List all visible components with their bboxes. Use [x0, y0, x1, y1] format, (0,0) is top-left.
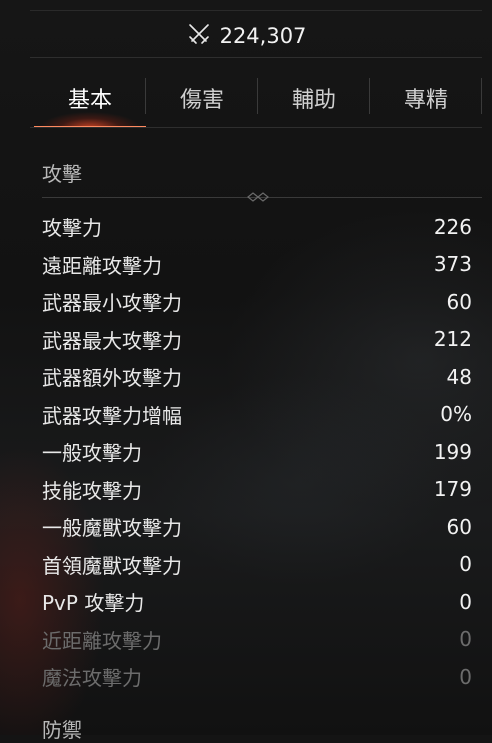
stat-label: 武器額外攻擊力: [42, 366, 182, 391]
stat-row: 武器額外攻擊力 48: [42, 358, 472, 396]
stat-row: 一般攻擊力 199: [42, 433, 472, 471]
stat-label: 武器最大攻擊力: [42, 328, 182, 353]
stat-value: 60: [446, 289, 472, 314]
stat-label: 魔法攻擊力: [42, 666, 142, 691]
stat-row: PvP 攻擊力 0: [42, 583, 472, 621]
stat-row: 首領魔獸攻擊力 0: [42, 546, 472, 584]
combat-power-value: 224,307: [219, 24, 307, 48]
tab-label: 輔助: [291, 88, 336, 113]
stat-value: 48: [446, 364, 472, 389]
stat-value: 212: [433, 327, 472, 352]
top-border: [30, 10, 482, 11]
stat-label: 一般攻擊力: [42, 441, 142, 466]
stat-value: 0: [459, 552, 472, 577]
stat-value: 179: [433, 477, 472, 502]
tab-bar-underline: [30, 127, 482, 128]
stat-value: 199: [433, 439, 472, 464]
tab-bar: 基本 傷害 輔助 專精: [34, 74, 482, 128]
stat-label: PvP 攻擊力: [42, 591, 145, 616]
tab-mastery[interactable]: 專精: [370, 74, 482, 128]
ornament-icon: [247, 192, 269, 202]
stat-label: 首領魔獸攻擊力: [42, 553, 182, 578]
stat-value: 373: [433, 252, 472, 277]
stat-value: 0: [459, 627, 472, 652]
stat-row-disabled: 近距離攻擊力 0: [42, 621, 472, 659]
stat-value: 0%: [440, 402, 472, 427]
stat-row: 武器最小攻擊力 60: [42, 283, 472, 321]
stat-row: 技能攻擊力 179: [42, 471, 472, 509]
stat-label: 攻擊力: [42, 216, 102, 241]
stat-label: 武器最小攻擊力: [42, 291, 182, 316]
stat-row: 武器最大攻擊力 212: [42, 321, 472, 359]
stat-row: 武器攻擊力增幅 0%: [42, 396, 472, 434]
stat-value: 226: [433, 214, 472, 239]
active-tab-glow: [34, 106, 146, 128]
stat-label: 技能攻擊力: [42, 478, 142, 503]
tab-support[interactable]: 輔助: [258, 74, 370, 128]
crossed-swords-icon: [186, 21, 212, 52]
tab-damage[interactable]: 傷害: [146, 74, 258, 128]
divider: [30, 57, 482, 58]
stat-label: 遠距離攻擊力: [42, 253, 162, 278]
stat-row: 遠距離攻擊力 373: [42, 246, 472, 284]
tab-basic[interactable]: 基本: [34, 74, 146, 128]
stat-value: 0: [459, 664, 472, 689]
stat-label: 近距離攻擊力: [42, 628, 162, 653]
attack-stats-list: 攻擊力 226 遠距離攻擊力 373 武器最小攻擊力 60 武器最大攻擊力 212 武器…: [42, 208, 472, 696]
stat-row-disabled: 魔法攻擊力 0: [42, 658, 472, 696]
stat-label: 一般魔獸攻擊力: [42, 516, 182, 541]
combat-power: 224,307: [0, 14, 492, 58]
section-title-attack: 攻擊: [42, 162, 82, 186]
tab-label: 專精: [403, 88, 448, 113]
stat-row: 一般魔獸攻擊力 60: [42, 508, 472, 546]
tab-separator: [481, 78, 482, 114]
stat-label: 武器攻擊力增幅: [42, 403, 182, 428]
section-title-defense: 防禦: [42, 718, 82, 742]
stat-value: 0: [459, 589, 472, 614]
stat-row: 攻擊力 226: [42, 208, 472, 246]
stat-value: 60: [446, 514, 472, 539]
tab-label: 傷害: [179, 88, 224, 113]
